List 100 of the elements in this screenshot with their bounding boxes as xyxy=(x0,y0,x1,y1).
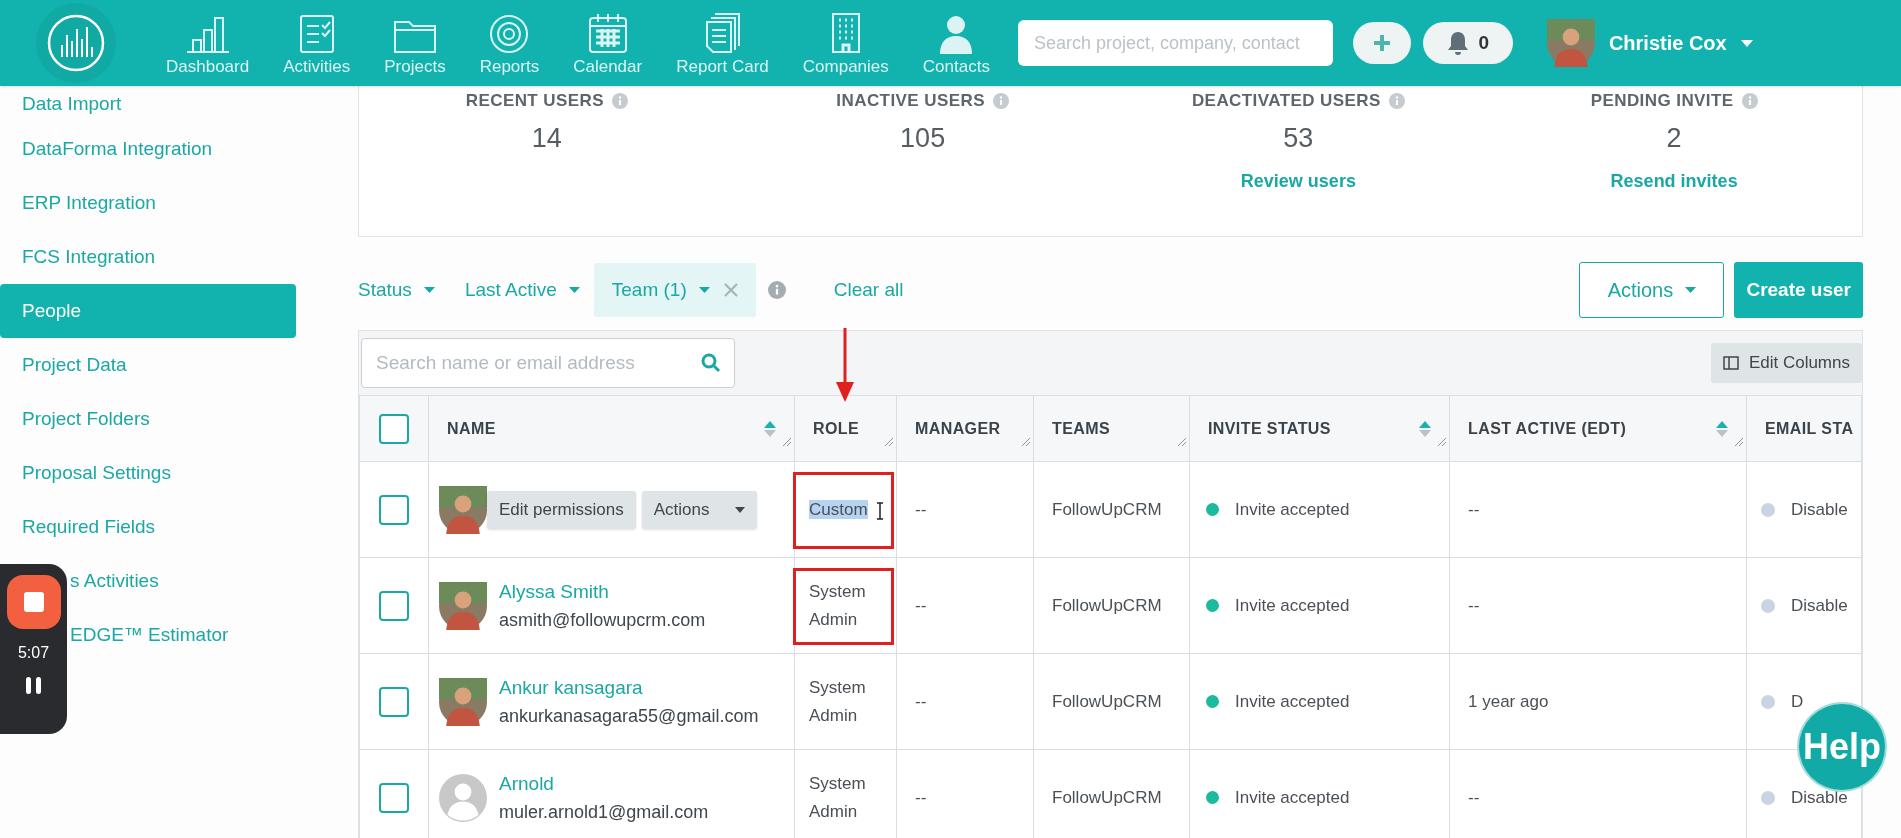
role-text: Custom xyxy=(809,499,868,519)
team-text: FollowUpCRM xyxy=(1052,691,1162,711)
role-text: System Admin xyxy=(809,773,866,821)
nav-item[interactable]: Activities xyxy=(271,6,363,78)
resize-handle-icon[interactable] xyxy=(1734,437,1744,447)
status-text: Invite accepted xyxy=(1235,498,1350,521)
column-header[interactable]: TEAMS xyxy=(1033,395,1190,462)
caret-icon xyxy=(568,287,580,293)
checkbox[interactable] xyxy=(379,413,409,444)
edit-permissions-button[interactable]: Edit permissions xyxy=(487,490,636,529)
filter-dropdown[interactable]: Status xyxy=(358,275,435,305)
close-icon[interactable] xyxy=(723,283,738,297)
nav-item[interactable]: Companies xyxy=(790,6,901,78)
user-name-link[interactable]: Arnold xyxy=(499,769,709,798)
column-title: MANAGER xyxy=(915,418,1001,439)
sidebar-item[interactable]: Data Import xyxy=(0,86,358,122)
nav-item[interactable]: Calendar xyxy=(561,6,655,78)
resize-handle-icon[interactable] xyxy=(1021,437,1031,447)
sidebar-item[interactable]: ERP Integration xyxy=(0,176,358,230)
user-menu[interactable]: Christie Cox xyxy=(1608,28,1753,58)
sidebar-item[interactable]: Required Fields xyxy=(0,500,358,554)
resize-handle-icon[interactable] xyxy=(782,437,792,447)
checkbox[interactable] xyxy=(379,686,409,717)
sidebar-item[interactable]: s Activities xyxy=(70,554,358,608)
last-active-text: -- xyxy=(1468,595,1480,615)
column-title: NAME xyxy=(447,418,496,439)
actions-button[interactable]: Actions xyxy=(1579,262,1725,318)
caret-icon xyxy=(1740,39,1753,47)
column-header[interactable]: INVITE STATUS xyxy=(1189,395,1450,462)
avatar xyxy=(439,581,487,630)
sidebar-item[interactable]: FCS Integration xyxy=(0,230,358,284)
nav-item[interactable]: Report Card xyxy=(664,6,781,78)
column-title: TEAMS xyxy=(1052,418,1110,439)
sidebar-item[interactable]: DataForma Integration xyxy=(0,122,358,176)
status-text: Disable xyxy=(1791,498,1848,521)
column-title: LAST ACTIVE (EDT) xyxy=(1468,418,1627,439)
review-link[interactable]: Review users xyxy=(1240,168,1356,195)
column-header[interactable]: ROLE xyxy=(794,395,897,462)
checkbox[interactable] xyxy=(379,782,409,813)
column-header[interactable]: LAST ACTIVE (EDT) xyxy=(1449,395,1747,462)
resize-handle-icon[interactable] xyxy=(1437,437,1447,447)
email-text: muler.arnold1@gmail.com xyxy=(499,800,709,824)
clear-all-link[interactable]: Clear all xyxy=(833,275,904,305)
sort-icon[interactable] xyxy=(764,420,776,437)
user-name-link[interactable]: Ankur kansagara xyxy=(499,673,759,702)
nav-item[interactable]: Dashboard xyxy=(154,6,262,78)
stop-button[interactable] xyxy=(6,575,61,629)
stat-value: 2 xyxy=(1666,121,1682,155)
pause-button[interactable] xyxy=(26,677,41,694)
sort-icon[interactable] xyxy=(1419,420,1431,437)
sidebar-item[interactable]: People xyxy=(0,284,296,338)
calendar-icon xyxy=(587,12,628,54)
edit-columns-button[interactable]: Edit Columns xyxy=(1710,343,1862,383)
stat-value: 105 xyxy=(900,121,946,155)
sidebar-item[interactable]: Proposal Settings xyxy=(0,446,358,500)
avatar xyxy=(1546,19,1595,67)
info-icon xyxy=(992,92,1009,109)
filter-dropdown[interactable]: Last Active xyxy=(464,275,580,305)
manager-text: -- xyxy=(915,691,927,711)
column-header[interactable]: NAME xyxy=(428,395,795,462)
search-field[interactable]: Search name or email address xyxy=(361,338,735,388)
nav-item[interactable]: Reports xyxy=(467,6,552,78)
stat-label: PENDING INVITE xyxy=(1590,90,1734,112)
stat-label: RECENT USERS xyxy=(465,90,604,112)
nav-item[interactable]: Projects xyxy=(372,6,458,78)
review-link[interactable]: Resend invites xyxy=(1610,168,1738,195)
column-header[interactable]: EMAIL STA xyxy=(1746,395,1862,462)
resize-handle-icon[interactable] xyxy=(884,437,894,447)
checkbox[interactable] xyxy=(379,590,409,621)
email-text: asmith@followupcrm.com xyxy=(499,608,706,632)
sidebar-item[interactable]: EDGE™ Estimator xyxy=(70,608,358,662)
nav-item[interactable]: Contacts xyxy=(910,6,1002,78)
sidebar-item[interactable]: Project Folders xyxy=(0,392,358,446)
add-button[interactable] xyxy=(1352,22,1411,64)
column-title: INVITE STATUS xyxy=(1208,418,1331,439)
email-text: ankurkanasagara55@gmail.com xyxy=(499,704,759,728)
last-active-text: -- xyxy=(1468,499,1480,519)
bar-chart-icon xyxy=(184,14,231,54)
resize-handle-icon[interactable] xyxy=(1177,437,1187,447)
team-text: FollowUpCRM xyxy=(1052,499,1162,519)
documents-icon xyxy=(704,12,741,54)
stat-label: DEACTIVATED USERS xyxy=(1191,90,1381,112)
filter-chip[interactable]: Team (1) xyxy=(593,263,756,317)
avatar xyxy=(439,773,487,822)
column-header[interactable]: MANAGER xyxy=(896,395,1034,462)
building-icon xyxy=(829,12,862,54)
stat-value: 53 xyxy=(1283,121,1314,155)
role-text: System Admin xyxy=(809,581,866,629)
create-user-button[interactable]: Create user xyxy=(1734,262,1863,318)
sort-icon[interactable] xyxy=(1716,420,1728,437)
notifications-button[interactable]: 0 xyxy=(1422,22,1513,64)
info-icon xyxy=(1388,92,1405,109)
manager-text: -- xyxy=(915,499,927,519)
checkbox[interactable] xyxy=(379,494,409,525)
team-text: FollowUpCRM xyxy=(1052,595,1162,615)
actions-button[interactable]: Actions xyxy=(641,490,758,529)
stat-value: 14 xyxy=(531,121,562,155)
sidebar-item[interactable]: Project Data xyxy=(0,338,358,392)
manager-text: -- xyxy=(915,595,927,615)
user-name-link[interactable]: Alyssa Smith xyxy=(499,577,706,606)
